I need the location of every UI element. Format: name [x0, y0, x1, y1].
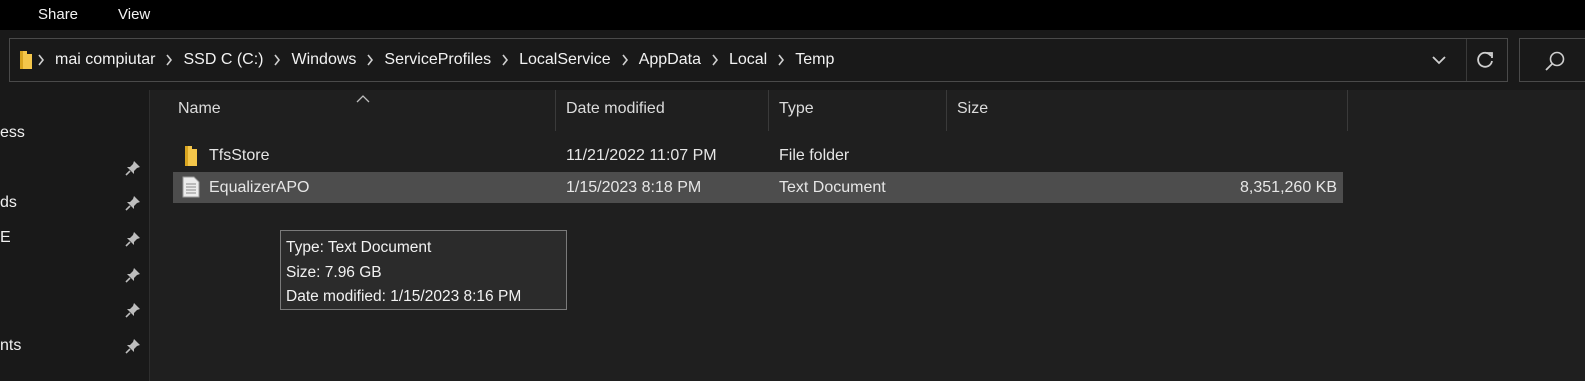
pin-icon[interactable] — [125, 231, 141, 247]
chevron-right-icon[interactable] — [774, 39, 788, 81]
chevron-right-icon[interactable] — [498, 39, 512, 81]
divider — [1466, 39, 1467, 81]
pin-icon[interactable] — [125, 267, 141, 283]
column-divider[interactable] — [946, 90, 947, 131]
chevron-right-icon[interactable] — [363, 39, 377, 81]
column-divider[interactable] — [768, 90, 769, 131]
chevron-right-icon[interactable] — [270, 39, 284, 81]
nav-item-label[interactable]: E — [0, 229, 11, 247]
breadcrumb-item[interactable]: AppData — [632, 51, 708, 69]
column-header-type[interactable]: Type — [779, 100, 814, 118]
pin-icon[interactable] — [125, 195, 141, 211]
breadcrumb-item[interactable]: SSD C (C:) — [176, 51, 270, 69]
column-header-name[interactable]: Name — [178, 100, 221, 118]
breadcrumb: mai compiutar SSD C (C:) Windows Service… — [10, 39, 841, 81]
column-header-date[interactable]: Date modified — [566, 100, 665, 118]
chevron-right-icon[interactable] — [34, 39, 48, 81]
chevron-right-icon[interactable] — [618, 39, 632, 81]
tooltip-date: Date modified: 1/15/2023 8:16 PM — [286, 288, 522, 305]
file-date: 1/15/2023 8:18 PM — [566, 179, 702, 196]
folder-icon — [18, 50, 34, 70]
ribbon-tab-share[interactable]: Share — [38, 6, 78, 23]
sort-up-icon — [356, 90, 370, 108]
refresh-icon[interactable] — [1476, 50, 1496, 75]
file-tooltip: Type: Text Document Size: 7.96 GB Date m… — [280, 230, 567, 310]
breadcrumb-item[interactable]: Temp — [788, 51, 841, 69]
file-name: EqualizerAPO — [209, 179, 310, 196]
breadcrumb-item[interactable]: ServiceProfiles — [377, 51, 498, 69]
search-icon — [1544, 50, 1566, 77]
file-type: File folder — [779, 147, 850, 164]
file-name: TfsStore — [209, 147, 270, 164]
table-row[interactable] — [173, 141, 1343, 172]
breadcrumb-item[interactable]: Local — [722, 51, 774, 69]
address-bar[interactable]: mai compiutar SSD C (C:) Windows Service… — [9, 38, 1508, 82]
column-divider[interactable] — [1347, 90, 1348, 131]
pin-icon[interactable] — [125, 302, 141, 318]
ribbon-bar: Share View — [0, 0, 1585, 30]
file-type: Text Document — [779, 179, 886, 196]
column-divider[interactable] — [555, 90, 556, 131]
column-header-size[interactable]: Size — [957, 100, 988, 118]
breadcrumb-item[interactable]: Windows — [284, 51, 363, 69]
breadcrumb-item[interactable]: LocalService — [512, 51, 618, 69]
ribbon-tab-view[interactable]: View — [118, 6, 150, 23]
file-size: 8,351,260 KB — [1240, 179, 1337, 196]
text-document-icon — [182, 176, 200, 203]
file-date: 11/21/2022 11:07 PM — [566, 147, 717, 164]
folder-icon — [183, 145, 199, 172]
chevron-down-icon[interactable] — [1431, 53, 1447, 71]
chevron-right-icon[interactable] — [708, 39, 722, 81]
nav-item-label[interactable]: ess — [0, 124, 25, 142]
pin-icon[interactable] — [125, 160, 141, 176]
nav-item-label[interactable]: nts — [0, 337, 21, 355]
breadcrumb-item[interactable]: mai compiutar — [48, 51, 162, 69]
tooltip-size: Size: 7.96 GB — [286, 263, 382, 281]
pin-icon[interactable] — [125, 338, 141, 354]
chevron-right-icon[interactable] — [162, 39, 176, 81]
nav-item-label[interactable]: ds — [0, 194, 17, 212]
tooltip-type: Type: Text Document — [286, 239, 432, 256]
search-box[interactable] — [1519, 38, 1585, 82]
